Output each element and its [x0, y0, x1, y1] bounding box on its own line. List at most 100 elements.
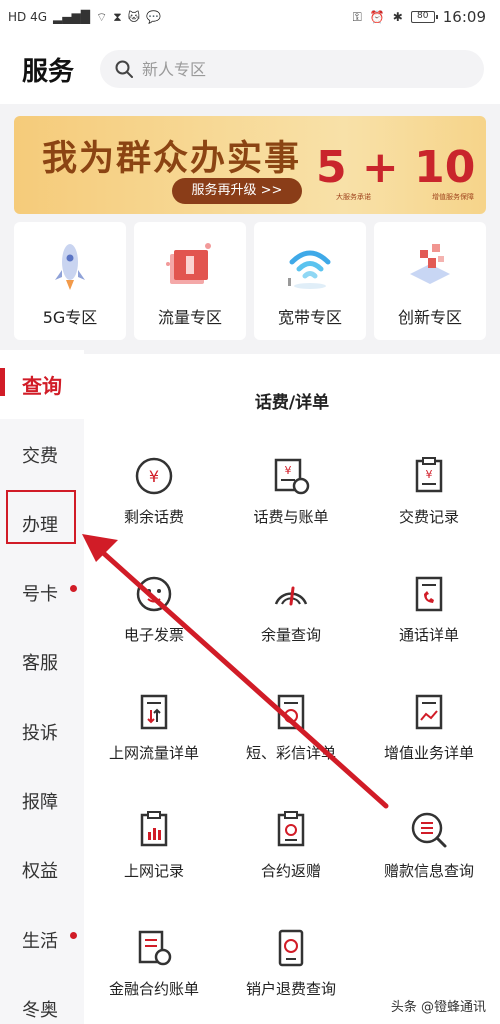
promo-banner[interactable]: 我为群众办实事 服务再升级 >> 5 + 10 大服务承诺 增值服务保障: [14, 116, 486, 214]
sidebar-item-sim-card[interactable]: 号卡: [0, 558, 84, 627]
zone-card-5g[interactable]: 5G专区: [14, 222, 126, 340]
svg-text:¥: ¥: [426, 468, 433, 481]
service-remaining-balance[interactable]: ¥ 剩余话费: [79, 456, 229, 527]
finance-icon: [138, 930, 172, 966]
zone-card-innovation[interactable]: 创新专区: [374, 222, 486, 340]
hourglass-icon: ⧗: [113, 9, 122, 24]
status-right: ⚿ ⏰ ✱ 80 16:09: [353, 8, 486, 26]
service-label: 上网流量详单: [108, 744, 199, 762]
key-icon: ⚿: [352, 9, 362, 24]
sms-list-icon: [277, 694, 305, 730]
sidebar-item-life[interactable]: 生活: [0, 905, 84, 974]
annotation-highlight-box: [6, 490, 76, 544]
sidebar-item-complaint[interactable]: 投诉: [0, 697, 84, 766]
sidebar-item-payment[interactable]: 交费: [0, 420, 84, 489]
zone-label: 宽带专区: [277, 308, 342, 327]
service-label: 销户退费查询: [245, 980, 336, 998]
service-balance-query[interactable]: 余量查询: [216, 574, 366, 645]
bill-icon: ¥: [274, 458, 310, 495]
zone-cards: 5G专区 流量专区 宽带专区 创新专区: [14, 222, 486, 340]
status-left: HD 4G ▂▄▆█ ⌔ ⧗ 🐱 💬: [8, 10, 161, 25]
alarm-icon: ⏰: [369, 10, 385, 24]
receipt-icon: ¥: [415, 457, 443, 493]
zone-label: 5G专区: [42, 308, 98, 327]
service-label: 电子发票: [123, 626, 184, 644]
notification-dot: [70, 932, 77, 939]
status-time: 16:09: [442, 8, 486, 26]
service-internet-records[interactable]: 上网记录: [79, 810, 229, 881]
zone-label: 创新专区: [397, 308, 462, 327]
zone-card-data[interactable]: 流量专区: [134, 222, 246, 340]
watermark: 头条 @镫蜂通讯: [390, 1000, 486, 1015]
svg-text:¥: ¥: [285, 464, 292, 477]
service-contract-rebate[interactable]: 合约返赠: [216, 810, 366, 881]
sidebar-item-label: 查询: [22, 374, 62, 398]
service-label: 上网记录: [123, 862, 184, 880]
bluetooth-icon: ✱: [392, 10, 403, 24]
banner-button[interactable]: 服务再升级 >>: [172, 178, 302, 204]
service-label: 交费记录: [398, 508, 459, 526]
service-label: 短、彩信详单: [245, 744, 336, 762]
wifi-status-icon: ⌔: [95, 9, 108, 24]
banner-subtext-1: 大服务承诺: [336, 193, 371, 201]
sidebar-item-label: 客服: [22, 652, 58, 674]
search-bar[interactable]: [100, 50, 484, 88]
status-bar: HD 4G ▂▄▆█ ⌔ ⧗ 🐱 💬 ⚿ ⏰ ✱ 80 16:09: [0, 0, 500, 34]
service-bill[interactable]: ¥ 话费与账单: [216, 456, 366, 527]
wifi-icon: [288, 250, 331, 289]
sidebar-item-benefits[interactable]: 权益: [0, 835, 84, 904]
service-data-usage-details[interactable]: 上网流量详单: [79, 692, 229, 763]
innovation-icon: [410, 244, 450, 284]
chat-icon: 💬: [146, 10, 162, 24]
data-flow-icon: [166, 243, 211, 284]
search-input[interactable]: [142, 59, 422, 79]
sidebar-item-winter-olympics[interactable]: 冬奥: [0, 974, 84, 1024]
value-added-icon: [415, 694, 443, 730]
service-sms-mms-details[interactable]: 短、彩信详单: [216, 692, 366, 763]
banner-title: 我为群众办实事: [42, 139, 302, 179]
cat-icon: 🐱: [127, 10, 141, 24]
battery-icon: 80: [410, 11, 438, 23]
search-icon: [115, 60, 133, 78]
service-value-added-details[interactable]: 增值业务详单: [354, 692, 500, 763]
service-label: 话费与账单: [253, 508, 329, 526]
chart-doc-icon: [140, 811, 168, 847]
data-list-icon: [140, 694, 168, 730]
sidebar-item-label: 生活: [22, 930, 58, 952]
banner-number: 5 + 10: [316, 142, 476, 193]
service-label: 剩余话费: [123, 508, 184, 526]
service-label: 金融合约账单: [108, 980, 199, 998]
banner-subtext-2: 增值服务保障: [432, 193, 474, 201]
service-e-invoice[interactable]: 电子发票: [79, 574, 229, 645]
service-finance-contract-bill[interactable]: 金融合约账单: [79, 928, 229, 999]
service-label: 合约返赠: [260, 862, 321, 880]
service-label: 赠款信息查询: [383, 862, 474, 880]
service-label: 通话详单: [398, 626, 459, 644]
sidebar-item-fault-report[interactable]: 报障: [0, 766, 84, 835]
rocket-icon: [55, 244, 85, 290]
service-payment-records[interactable]: ¥ 交费记录: [354, 456, 500, 527]
sidebar-item-label: 冬奥: [22, 999, 58, 1021]
signal-icon: HD 4G: [8, 10, 48, 24]
yen-circle-icon: ¥: [135, 457, 173, 495]
service-grant-info-query[interactable]: 赠款信息查询: [354, 810, 500, 881]
section-title: 话费/详单: [254, 393, 330, 413]
gauge-icon: [274, 586, 308, 606]
notification-dot: [70, 585, 77, 592]
sidebar-item-customer-service[interactable]: 客服: [0, 627, 84, 696]
call-list-icon: [415, 576, 443, 612]
sidebar-item-query[interactable]: 查询: [0, 350, 84, 419]
page-title: 服务: [22, 56, 75, 87]
service-refund-query[interactable]: 销户退费查询: [216, 928, 366, 999]
invoice-icon: [136, 576, 172, 612]
service-label: 增值业务详单: [383, 744, 474, 762]
svg-text:¥: ¥: [149, 467, 159, 486]
sidebar-item-label: 投诉: [22, 722, 58, 744]
service-label: 余量查询: [260, 626, 321, 644]
service-call-details[interactable]: 通话详单: [354, 574, 500, 645]
contract-icon: [277, 811, 305, 847]
zone-card-broadband[interactable]: 宽带专区: [254, 222, 366, 340]
zone-label: 流量专区: [157, 308, 222, 327]
header: 服务: [0, 34, 500, 104]
sidebar-item-label: 交费: [22, 445, 58, 467]
